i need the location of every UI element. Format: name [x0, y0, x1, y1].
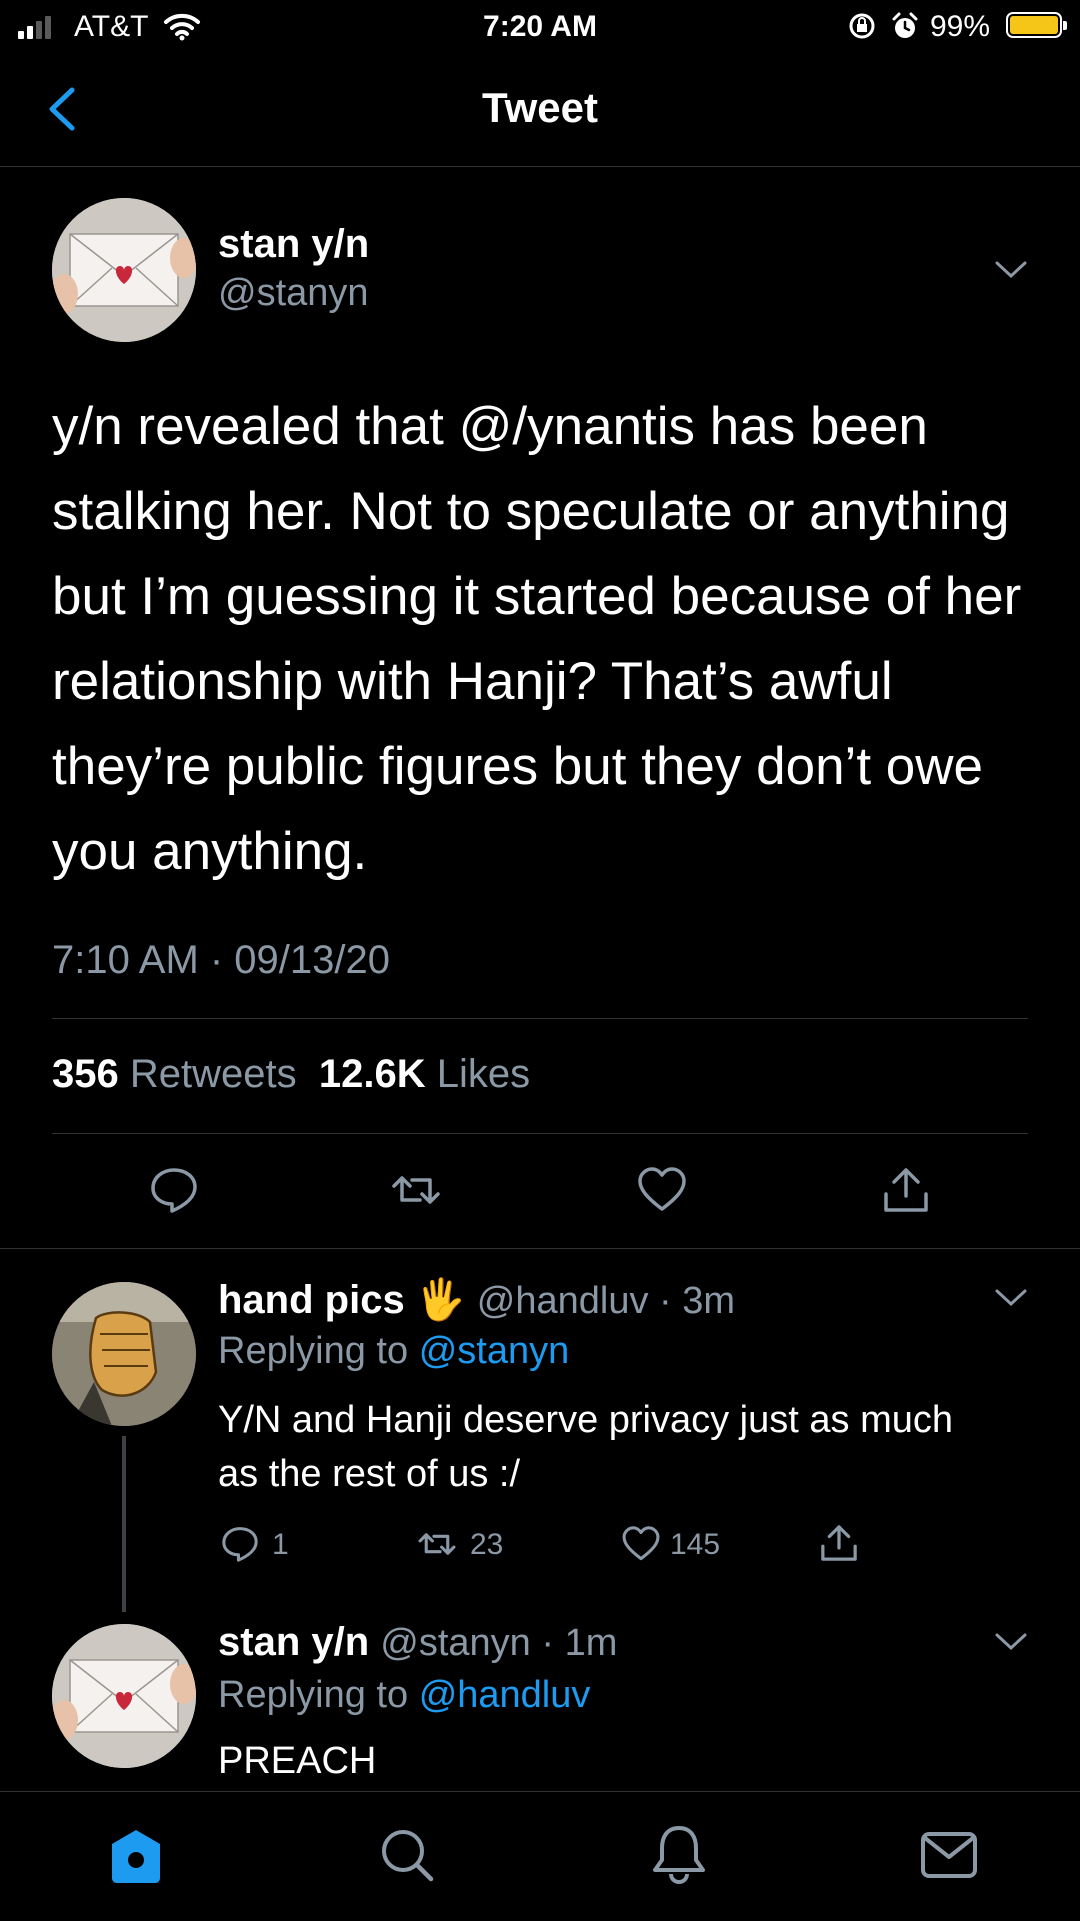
reply-author-name[interactable]: hand pics [218, 1278, 405, 1322]
reply-text: PREACH [218, 1740, 377, 1782]
likes-label[interactable]: Likes [437, 1052, 530, 1096]
thread-connector [122, 1436, 126, 1612]
reply-handle-time[interactable]: @handluv · 3m [477, 1280, 735, 1322]
messages-icon[interactable] [920, 1830, 978, 1880]
orientation-lock-icon [849, 13, 875, 39]
reply-handle-time[interactable]: @stanyn · 1m [380, 1622, 617, 1664]
divider [52, 1018, 1028, 1019]
divider [0, 1248, 1080, 1249]
home-icon[interactable] [106, 1826, 166, 1886]
tweet-timestamp: 7:10 AM · 09/13/20 [52, 938, 391, 982]
retweet-icon[interactable] [390, 1164, 442, 1216]
envelope-avatar-image [52, 1624, 196, 1768]
retweets-label[interactable]: Retweets [130, 1052, 297, 1096]
replying-to-line: Replying to @handluv [218, 1674, 590, 1717]
retweets-count[interactable]: 356 [52, 1052, 119, 1096]
battery-icon [1006, 12, 1067, 38]
page-title: Tweet [482, 84, 598, 131]
bottom-tab-bar [0, 1791, 1080, 1921]
tweet-text: y/n revealed that @/ynantis has been sta… [52, 397, 1022, 881]
share-icon[interactable] [880, 1164, 932, 1216]
replying-to-link[interactable]: @handluv [419, 1674, 591, 1716]
replying-to-line: Replying to @stanyn [218, 1330, 569, 1373]
replying-to-prefix: Replying to [218, 1330, 409, 1372]
share-icon[interactable] [818, 1522, 860, 1564]
retweet-count: 23 [470, 1528, 504, 1561]
waving-hand-emoji: 🖐 [415, 1278, 466, 1322]
avatar[interactable] [52, 1282, 196, 1426]
reply-text: Y/N and Hanji deserve privacy just as mu… [218, 1399, 953, 1495]
divider [0, 166, 1080, 167]
reply-count: 1 [272, 1528, 289, 1561]
battery-percent: 99% [930, 10, 991, 43]
envelope-avatar-image [52, 198, 196, 342]
like-icon[interactable] [636, 1164, 688, 1216]
alarm-icon [892, 12, 918, 38]
author-handle[interactable]: @stanyn [218, 272, 369, 315]
replying-to-prefix: Replying to [218, 1674, 409, 1716]
reply-header: stan y/n @stanyn · 1m [218, 1620, 617, 1665]
like-icon[interactable] [620, 1524, 662, 1564]
fist-avatar-image [52, 1282, 196, 1426]
author-name[interactable]: stan y/n [218, 222, 369, 267]
like-count: 145 [670, 1528, 721, 1561]
avatar[interactable] [52, 1624, 196, 1768]
likes-count[interactable]: 12.6K [319, 1052, 426, 1096]
chevron-down-icon[interactable] [994, 260, 1028, 280]
tweet-stats: 356 Retweets 12.6K Likes [52, 1052, 530, 1097]
avatar[interactable] [52, 198, 196, 342]
chevron-down-icon[interactable] [994, 1632, 1028, 1652]
status-bar: AT&T 7:20 AM 99% [0, 0, 1080, 54]
replying-to-link[interactable]: @stanyn [419, 1330, 570, 1372]
retweet-icon[interactable] [416, 1524, 458, 1564]
divider [52, 1133, 1028, 1134]
reply-header: hand pics 🖐 @handluv · 3m [218, 1276, 735, 1323]
reply-author-name[interactable]: stan y/n [218, 1620, 369, 1664]
reply-icon[interactable] [148, 1164, 200, 1216]
notifications-icon[interactable] [650, 1824, 708, 1886]
search-icon[interactable] [378, 1826, 436, 1884]
reply-icon[interactable] [220, 1524, 260, 1564]
chevron-down-icon[interactable] [994, 1288, 1028, 1308]
